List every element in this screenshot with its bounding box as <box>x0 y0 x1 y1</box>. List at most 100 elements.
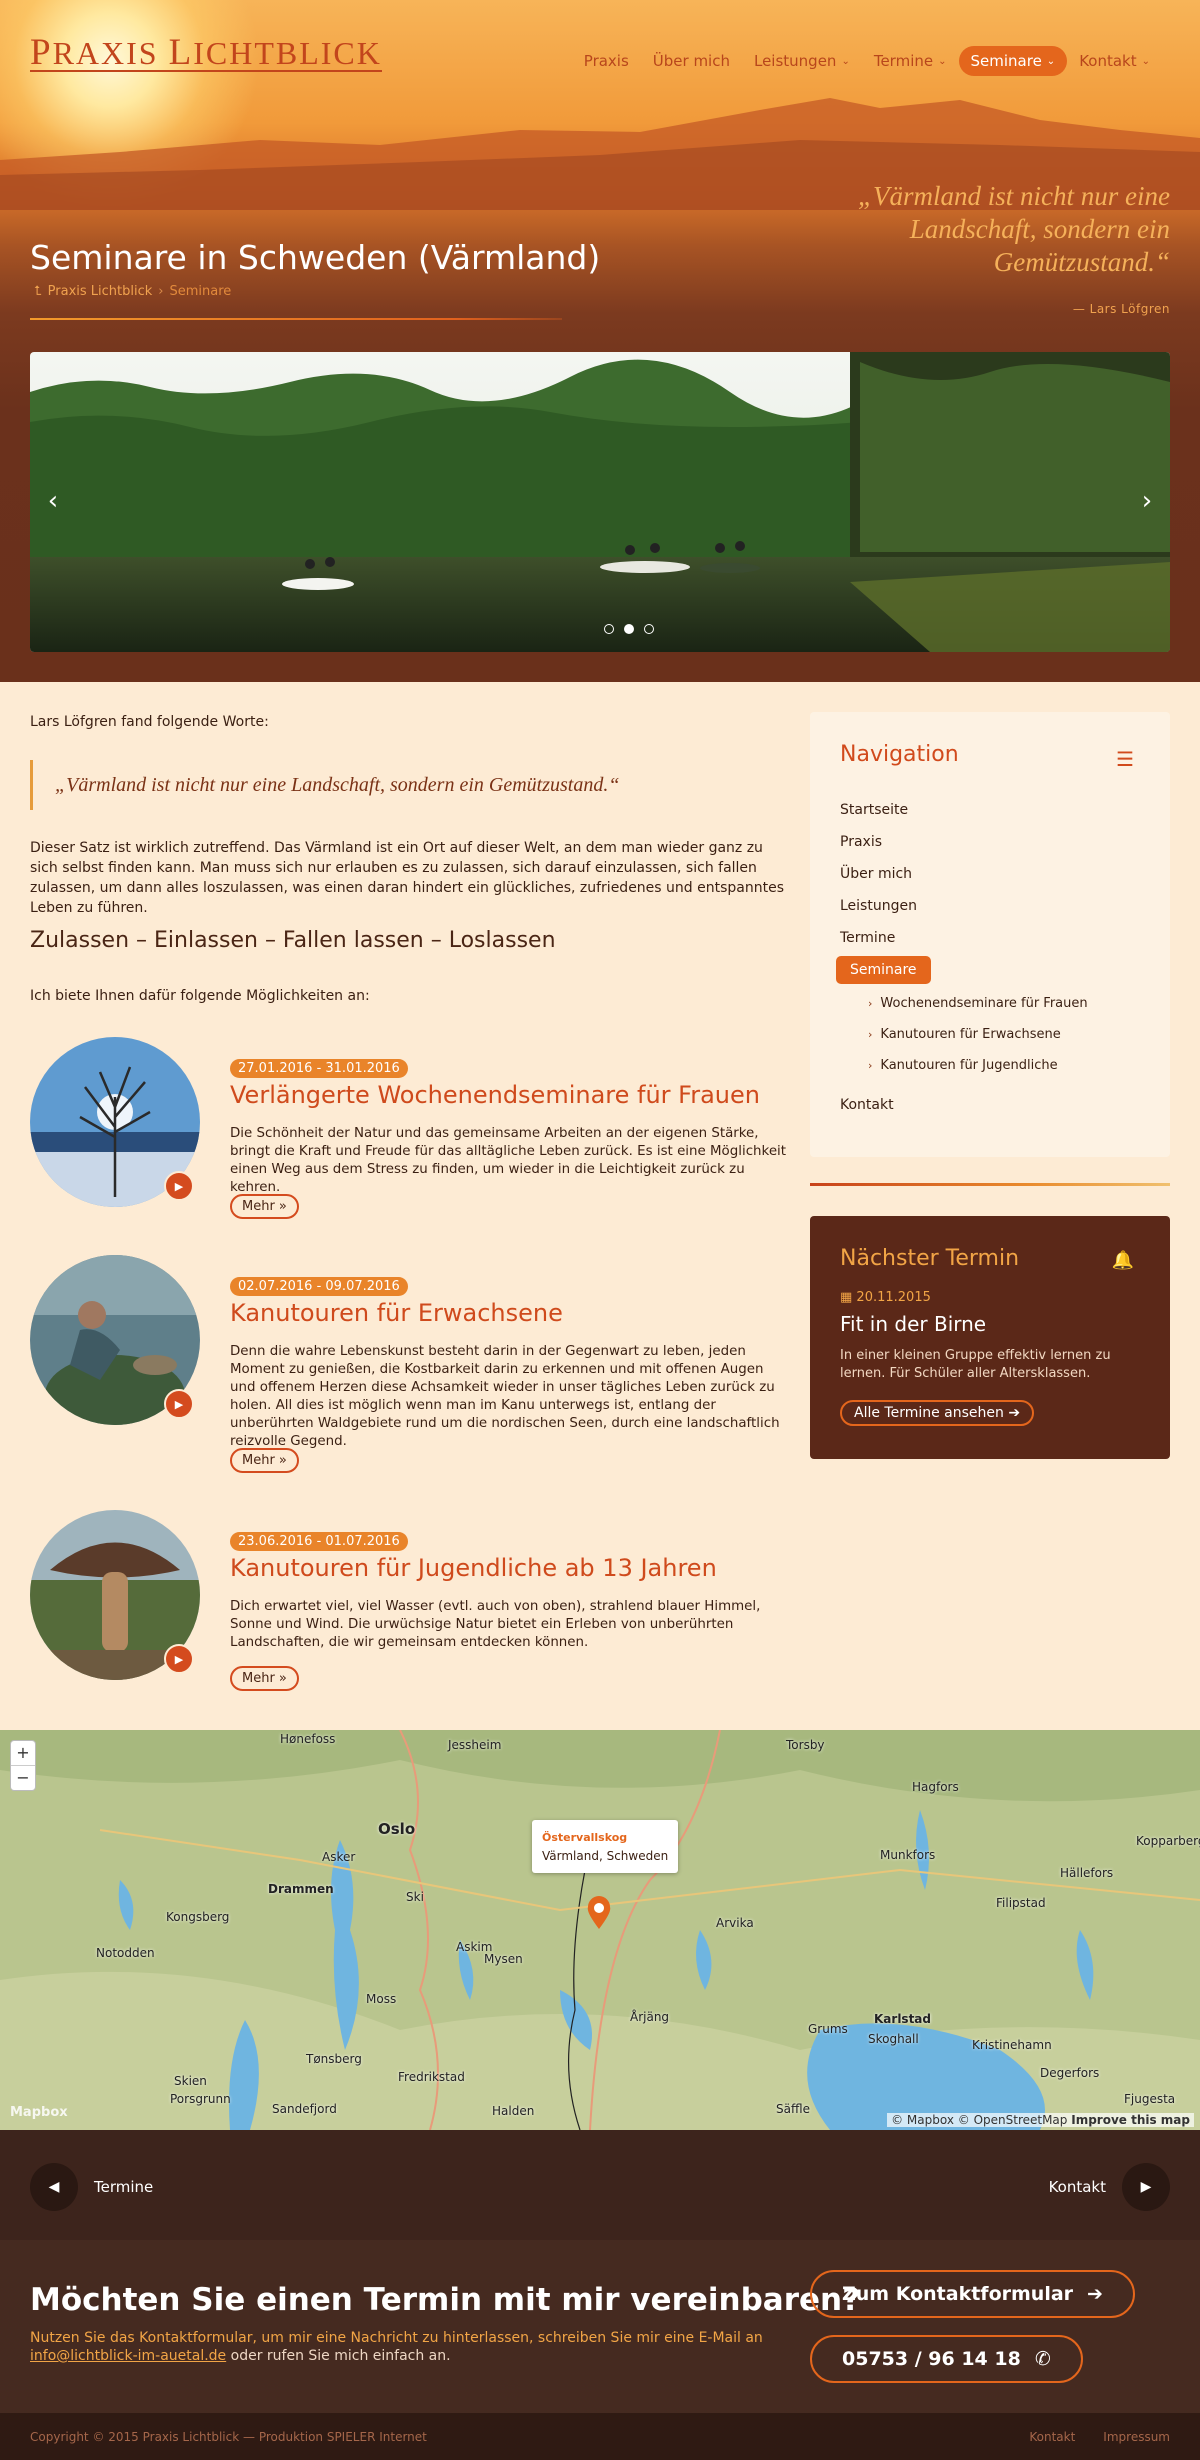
breadcrumb-home[interactable]: Praxis Lichtblick <box>48 284 153 299</box>
popup-subtitle: Värmland, Schweden <box>542 1849 669 1863</box>
breadcrumb-separator: › <box>158 284 164 299</box>
slider-next-arrow[interactable]: › <box>1132 486 1162 516</box>
nav-item-termine[interactable]: Termine ⌄ <box>862 46 959 76</box>
nav-item-label: Termine <box>873 52 934 70</box>
prev-page-button[interactable]: ◀ <box>30 2163 78 2211</box>
play-icon[interactable]: ▶ <box>164 1389 194 1419</box>
nav-item-label: Praxis <box>583 52 629 70</box>
map-marker-icon[interactable] <box>586 1896 612 1930</box>
play-icon[interactable]: ▶ <box>164 1644 194 1674</box>
sidebar-links: Startseite Praxis Über mich Leistungen T… <box>836 794 1088 1121</box>
map-label: Fjugesta <box>1124 2092 1176 2106</box>
map-label: Jessheim <box>448 1738 502 1752</box>
more-button[interactable]: Mehr » <box>230 1194 299 1219</box>
pager: ◀ Termine Kontakt ▶ <box>0 2130 1200 2240</box>
brand-logo[interactable]: PRAXIS LICHTBLICK <box>30 34 382 72</box>
copyright: Copyright © 2015 Praxis Lichtblick — Pro… <box>30 2430 427 2444</box>
sidebar-navigation: Navigation ☰ Startseite Praxis Über mich… <box>810 712 1170 1157</box>
seminar-title[interactable]: Kanutouren für Jugendliche ab 13 Jahren <box>230 1554 717 1582</box>
nav-item-label: Seminare <box>970 52 1042 70</box>
nav-item-seminare[interactable]: Seminare ⌄ <box>958 46 1068 76</box>
lead-text: Ich biete Ihnen dafür folgende Möglichke… <box>30 988 370 1004</box>
map-label: Kopparberg <box>1136 1834 1200 1848</box>
improve-map-link[interactable]: Improve this map <box>1071 2113 1190 2127</box>
map-label: Mysen <box>484 1952 523 1966</box>
more-button[interactable]: Mehr » <box>230 1666 299 1691</box>
map[interactable]: Hønefoss Jessheim Torsby Hagfors Oslo As… <box>0 1730 1200 2130</box>
cta-text-lead: Nutzen Sie das Kontaktformular, um mir e… <box>30 2330 763 2346</box>
cta-heading: Möchten Sie einen Termin mit mir vereinb… <box>30 2282 861 2318</box>
seminar-title[interactable]: Verlängerte Wochenendseminare für Frauen <box>230 1081 760 1109</box>
sidebar-item-leistungen[interactable]: Leistungen <box>840 898 917 914</box>
hero-divider <box>30 318 562 320</box>
footer-link-impressum[interactable]: Impressum <box>1103 2430 1170 2444</box>
seminar-item: ▶ 02.07.2016 - 09.07.2016 Kanutouren für… <box>30 1255 790 1473</box>
map-label: Oslo <box>378 1820 416 1838</box>
map-label: Kongsberg <box>166 1910 230 1924</box>
cta-text-end: oder rufen Sie mich einfach an. <box>230 2348 451 2364</box>
slider-dot-active[interactable] <box>624 624 634 634</box>
sidebar-subitem-jugendliche[interactable]: Kanutouren für Jugendliche <box>880 1058 1057 1073</box>
map-tiles <box>0 1730 1200 2130</box>
more-button[interactable]: Mehr » <box>230 1448 299 1473</box>
map-label: Fredrikstad <box>398 2070 465 2084</box>
footer-link-kontakt[interactable]: Kontakt <box>1029 2430 1075 2444</box>
sidebar-subitem-erwachsene[interactable]: Kanutouren für Erwachsene <box>880 1027 1060 1042</box>
nav-item-praxis[interactable]: Praxis <box>572 46 641 76</box>
slider-dot[interactable] <box>604 624 614 634</box>
map-attribution: © Mapbox © OpenStreetMap Improve this ma… <box>887 2113 1194 2127</box>
appointment-event: Fit in der Birne <box>840 1312 987 1336</box>
sidebar-item-ueber-mich[interactable]: Über mich <box>840 866 912 882</box>
seminar-description: Dich erwartet viel, viel Wasser (evtl. a… <box>230 1599 761 1650</box>
section-heading: Zulassen – Einlassen – Fallen lassen – L… <box>30 928 556 953</box>
map-popup: Östervallskog Värmland, Schweden <box>532 1820 679 1873</box>
arrow-right-icon: ➔ <box>1008 1405 1021 1421</box>
sidebar-nav-title: Navigation <box>840 742 959 767</box>
play-icon[interactable]: ▶ <box>164 1171 194 1201</box>
sidebar-item-kontakt[interactable]: Kontakt <box>840 1097 894 1113</box>
menu-icon[interactable]: ☰ <box>1116 747 1134 771</box>
zoom-in-button[interactable]: + <box>11 1741 35 1765</box>
nav-item-über-mich[interactable]: Über mich <box>641 46 742 76</box>
nav-item-label: Kontakt <box>1079 52 1137 70</box>
footer: Copyright © 2015 Praxis Lichtblick — Pro… <box>0 2413 1200 2460</box>
map-label: Porsgrunn <box>170 2092 231 2106</box>
seminar-title[interactable]: Kanutouren für Erwachsene <box>230 1299 563 1327</box>
breadcrumb: ⮤ Praxis Lichtblick › Seminare <box>34 284 231 299</box>
map-zoom-controls: + − <box>10 1740 36 1791</box>
next-page-label[interactable]: Kontakt <box>1049 2178 1106 2196</box>
zoom-out-button[interactable]: − <box>11 1765 35 1790</box>
attribution-text[interactable]: © Mapbox © OpenStreetMap <box>891 2113 1067 2127</box>
sidebar-item-praxis[interactable]: Praxis <box>840 834 882 850</box>
map-label: Sandefjord <box>272 2102 337 2116</box>
next-page-button[interactable]: ▶ <box>1122 2163 1170 2211</box>
footer-links: Kontakt Impressum <box>1029 2430 1170 2444</box>
sidebar-item-termine[interactable]: Termine <box>840 930 895 946</box>
mapbox-logo: Mapbox <box>10 2105 68 2120</box>
email-link[interactable]: info@lichtblick-im-auetal.de <box>30 2348 226 2364</box>
map-label: Kristinehamn <box>972 2038 1052 2052</box>
sidebar-subitem-frauen[interactable]: Wochenendseminare für Frauen <box>880 996 1087 1011</box>
main-nav: Praxis Über mich Leistungen ⌄ Termine ⌄ Semina… <box>572 46 1162 76</box>
sidebar-item-startseite[interactable]: Startseite <box>840 802 908 818</box>
seminar-description: Denn die wahre Lebenskunst besteht darin… <box>230 1344 780 1449</box>
chevron-right-icon: › <box>868 1059 873 1072</box>
appointment-date: ▦ 20.11.2015 <box>840 1290 931 1305</box>
chevron-right-icon: › <box>868 1028 873 1041</box>
phone-button[interactable]: 05753 / 96 14 18 ✆ <box>810 2335 1083 2383</box>
nav-item-kontakt[interactable]: Kontakt ⌄ <box>1067 46 1162 76</box>
appointment-description: In einer kleinen Gruppe effektiv lernen … <box>840 1348 1111 1381</box>
map-label: Skoghall <box>868 2032 919 2046</box>
slider-dot[interactable] <box>644 624 654 634</box>
all-appointments-button[interactable]: Alle Termine ansehen ➔ <box>840 1400 1035 1426</box>
seminar-date: 27.01.2016 - 31.01.2016 <box>230 1059 408 1078</box>
sidebar-item-seminare[interactable]: Seminare <box>836 956 931 984</box>
prev-page-label[interactable]: Termine <box>94 2178 153 2196</box>
contact-form-button[interactable]: Zum Kontaktformular ➔ <box>810 2270 1135 2318</box>
nav-item-leistungen[interactable]: Leistungen ⌄ <box>742 46 862 76</box>
slider-dots <box>604 624 654 634</box>
map-label: Filipstad <box>996 1896 1046 1910</box>
contact-cta: Möchten Sie einen Termin mit mir vereinb… <box>0 2240 1200 2413</box>
slider-prev-arrow[interactable]: ‹ <box>38 486 68 516</box>
chevron-down-icon: ⌄ <box>1046 55 1056 67</box>
